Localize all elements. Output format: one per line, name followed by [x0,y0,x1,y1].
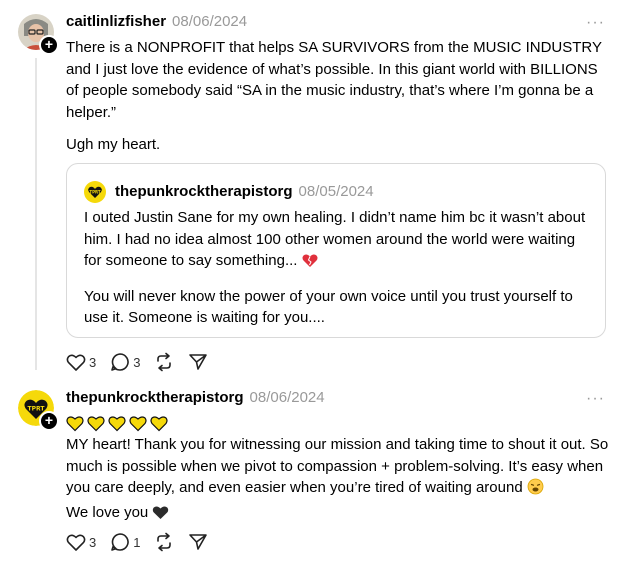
quoted-username[interactable]: thepunkrocktherapistorg [115,183,293,200]
quoted-avatar[interactable]: TPRT [84,181,106,203]
avatar-text: TPRT [28,406,46,413]
post-body: There is a NONPROFIT that helps SA SURVI… [66,37,611,156]
more-options-icon[interactable]: ··· [586,391,605,407]
yellow-heart-icon [87,415,105,431]
send-icon [189,354,208,370]
yellow-heart-icon [108,415,126,431]
post-date[interactable]: 08/06/2024 [250,389,325,406]
quoted-paragraph: I outed Justin Sane for my own healing. … [84,207,594,275]
reply-icon [111,533,130,551]
action-bar: 3 1 [66,532,222,552]
post-date[interactable]: 08/06/2024 [172,13,247,30]
reply-icon [111,353,130,371]
post-paragraph: We love you [66,502,611,527]
send-icon [189,534,208,550]
thread-line [35,58,37,370]
post-body: MY heart! Thank you for witnessing our m… [66,412,611,526]
quoted-header: thepunkrocktherapistorg 08/05/2024 [115,182,374,202]
avatar[interactable]: + [18,14,59,55]
post-paragraph: MY heart! Thank you for witnessing our m… [66,434,611,502]
follow-plus-icon[interactable]: + [39,35,59,55]
post-text: We love you [66,503,149,521]
post-header: thepunkrocktherapistorg 08/06/2024 [66,388,325,408]
reply-count: 3 [133,354,141,370]
username[interactable]: caitlinlizfisher [66,13,166,30]
yellow-heart-icon [66,415,84,431]
post-header: caitlinlizfisher 08/06/2024 [66,12,247,32]
like-count: 3 [89,534,97,550]
more-options-icon[interactable]: ··· [586,15,605,31]
quoted-body: I outed Justin Sane for my own healing. … [84,207,594,329]
reply-count: 1 [133,534,141,550]
avatar-text: TPRT [89,190,101,195]
like-count: 3 [89,354,97,370]
black-heart-icon [152,505,169,527]
reply-button[interactable]: 3 [110,352,140,372]
quoted-text: I outed Justin Sane for my own healing. … [84,209,586,269]
heart-icon [66,354,86,371]
avatar[interactable]: TPRT + [18,390,59,431]
quoted-post[interactable]: TPRT thepunkrocktherapistorg 08/05/2024 I… [66,163,606,338]
repost-icon [157,352,172,372]
follow-plus-icon[interactable]: + [39,411,59,431]
repost-button[interactable] [154,352,174,372]
post-paragraph: Ugh my heart. [66,136,161,153]
red-heart-icon [302,253,318,275]
repost-button[interactable] [154,532,174,552]
reply-button[interactable]: 1 [110,532,140,552]
heart-icon [66,534,86,551]
username[interactable]: thepunkrocktherapistorg [66,389,244,406]
post-paragraph: There is a NONPROFIT that helps SA SURVI… [66,39,602,121]
share-button[interactable] [188,352,208,372]
action-bar: 3 3 [66,352,222,372]
yellow-hearts-row [66,412,611,434]
like-button[interactable]: 3 [66,533,96,552]
quoted-date[interactable]: 08/05/2024 [299,183,374,200]
yellow-heart-icon [129,415,147,431]
quoted-paragraph: You will never know the power of your ow… [84,287,573,327]
tired-face-emoji-icon [527,478,544,502]
yellow-heart-icon [150,415,168,431]
like-button[interactable]: 3 [66,353,96,372]
share-button[interactable] [188,532,208,552]
repost-icon [157,532,172,552]
